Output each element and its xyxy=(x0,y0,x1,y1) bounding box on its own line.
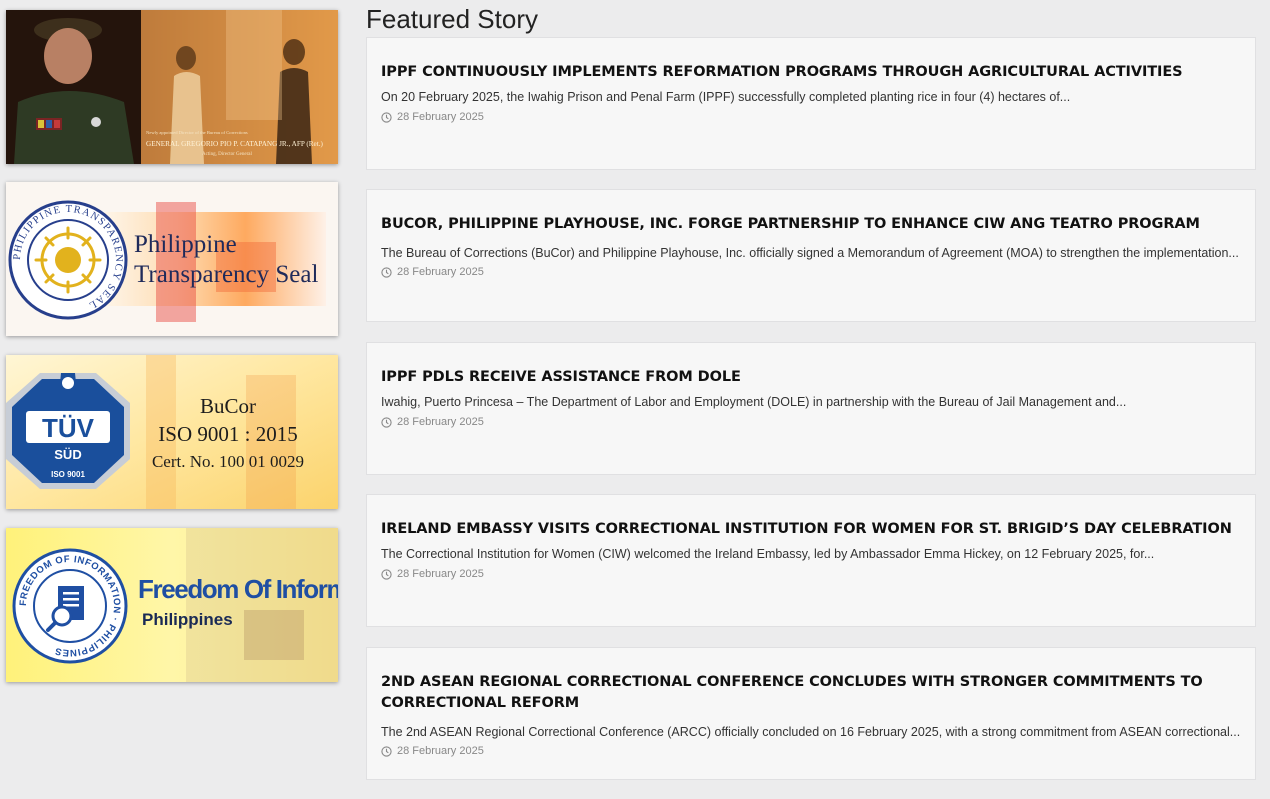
story-title-link[interactable]: IPPF PDLS RECEIVE ASSISTANCE FROM DOLE xyxy=(381,367,1241,388)
clock-icon xyxy=(381,111,392,123)
story-date-text: 28 February 2025 xyxy=(397,745,484,757)
story-excerpt: The Correctional Institution for Women (… xyxy=(381,547,1155,561)
story-date-text: 28 February 2025 xyxy=(397,416,484,428)
story-title-link[interactable]: IPPF CONTINUOUSLY IMPLEMENTS REFORMATION… xyxy=(381,62,1241,83)
iso-line-1: BuCor xyxy=(200,394,256,418)
story-date: 28 February 2025 xyxy=(381,111,1241,123)
featured-story-heading: Featured Story xyxy=(366,4,538,34)
story-date-text: 28 February 2025 xyxy=(397,111,484,123)
story-card: BUCOR, PHILIPPINE PLAYHOUSE, INC. FORGE … xyxy=(366,189,1256,322)
iso-line-3: Cert. No. 100 01 0029 xyxy=(152,452,304,471)
story-card: IPPF PDLS RECEIVE ASSISTANCE FROM DOLE I… xyxy=(366,342,1256,475)
story-date-text: 28 February 2025 xyxy=(397,568,484,580)
banner-caption-role: Acting, Director General xyxy=(202,152,252,157)
story-card: 2ND ASEAN REGIONAL CORRECTIONAL CONFEREN… xyxy=(366,647,1256,780)
story-title-link[interactable]: BUCOR, PHILIPPINE PLAYHOUSE, INC. FORGE … xyxy=(381,214,1241,235)
clock-icon xyxy=(381,416,392,428)
banner-transparency-seal[interactable]: PHILIPPINE TRANSPARENCY SEAL Philippine … xyxy=(6,182,338,336)
story-card: IPPF CONTINUOUSLY IMPLEMENTS REFORMATION… xyxy=(366,37,1256,170)
sud-badge-text: SÜD xyxy=(54,447,81,462)
story-title-link[interactable]: IRELAND EMBASSY VISITS CORRECTIONAL INST… xyxy=(381,519,1241,540)
banner-caption-name: GENERAL GREGORIO PIO P. CATAPANG JR., AF… xyxy=(146,140,324,148)
story-title-link[interactable]: 2ND ASEAN REGIONAL CORRECTIONAL CONFEREN… xyxy=(381,672,1241,714)
story-excerpt: On 20 February 2025, the Iwahig Prison a… xyxy=(381,90,1071,104)
iso-badge-text: ISO 9001 xyxy=(51,470,85,479)
transparency-line-2: Transparency Seal xyxy=(134,261,319,288)
tuv-badge-text: TÜV xyxy=(42,413,95,443)
foi-title: Freedom Of Information xyxy=(138,574,338,604)
banner-iso-certification[interactable]: TÜV SÜD ISO 9001 BuCor ISO 9001 : 2015 C… xyxy=(6,355,338,509)
iso-line-2: ISO 9001 : 2015 xyxy=(158,422,297,446)
story-excerpt: Iwahig, Puerto Princesa – The Department… xyxy=(381,395,1127,409)
story-date-text: 28 February 2025 xyxy=(397,266,484,278)
story-date: 28 February 2025 xyxy=(381,745,1241,757)
transparency-line-1: Philippine xyxy=(134,231,237,258)
clock-icon xyxy=(381,745,392,757)
foi-subtitle: Philippines xyxy=(142,610,233,629)
story-date: 28 February 2025 xyxy=(381,568,1241,580)
clock-icon xyxy=(381,568,392,580)
story-date: 28 February 2025 xyxy=(381,266,1241,278)
story-date: 28 February 2025 xyxy=(381,416,1241,428)
banner-freedom-of-information[interactable]: FREEDOM OF INFORMATION · PHILIPPINES Fre… xyxy=(6,528,338,682)
story-card: IRELAND EMBASSY VISITS CORRECTIONAL INST… xyxy=(366,494,1256,627)
banner-caption-small: Newly appointed Director of the Bureau o… xyxy=(146,130,248,135)
banner-director-general[interactable]: Newly appointed Director of the Bureau o… xyxy=(6,10,338,164)
story-excerpt: The Bureau of Corrections (BuCor) and Ph… xyxy=(381,246,1239,260)
clock-icon xyxy=(381,266,392,278)
story-excerpt: The 2nd ASEAN Regional Correctional Conf… xyxy=(381,725,1241,739)
